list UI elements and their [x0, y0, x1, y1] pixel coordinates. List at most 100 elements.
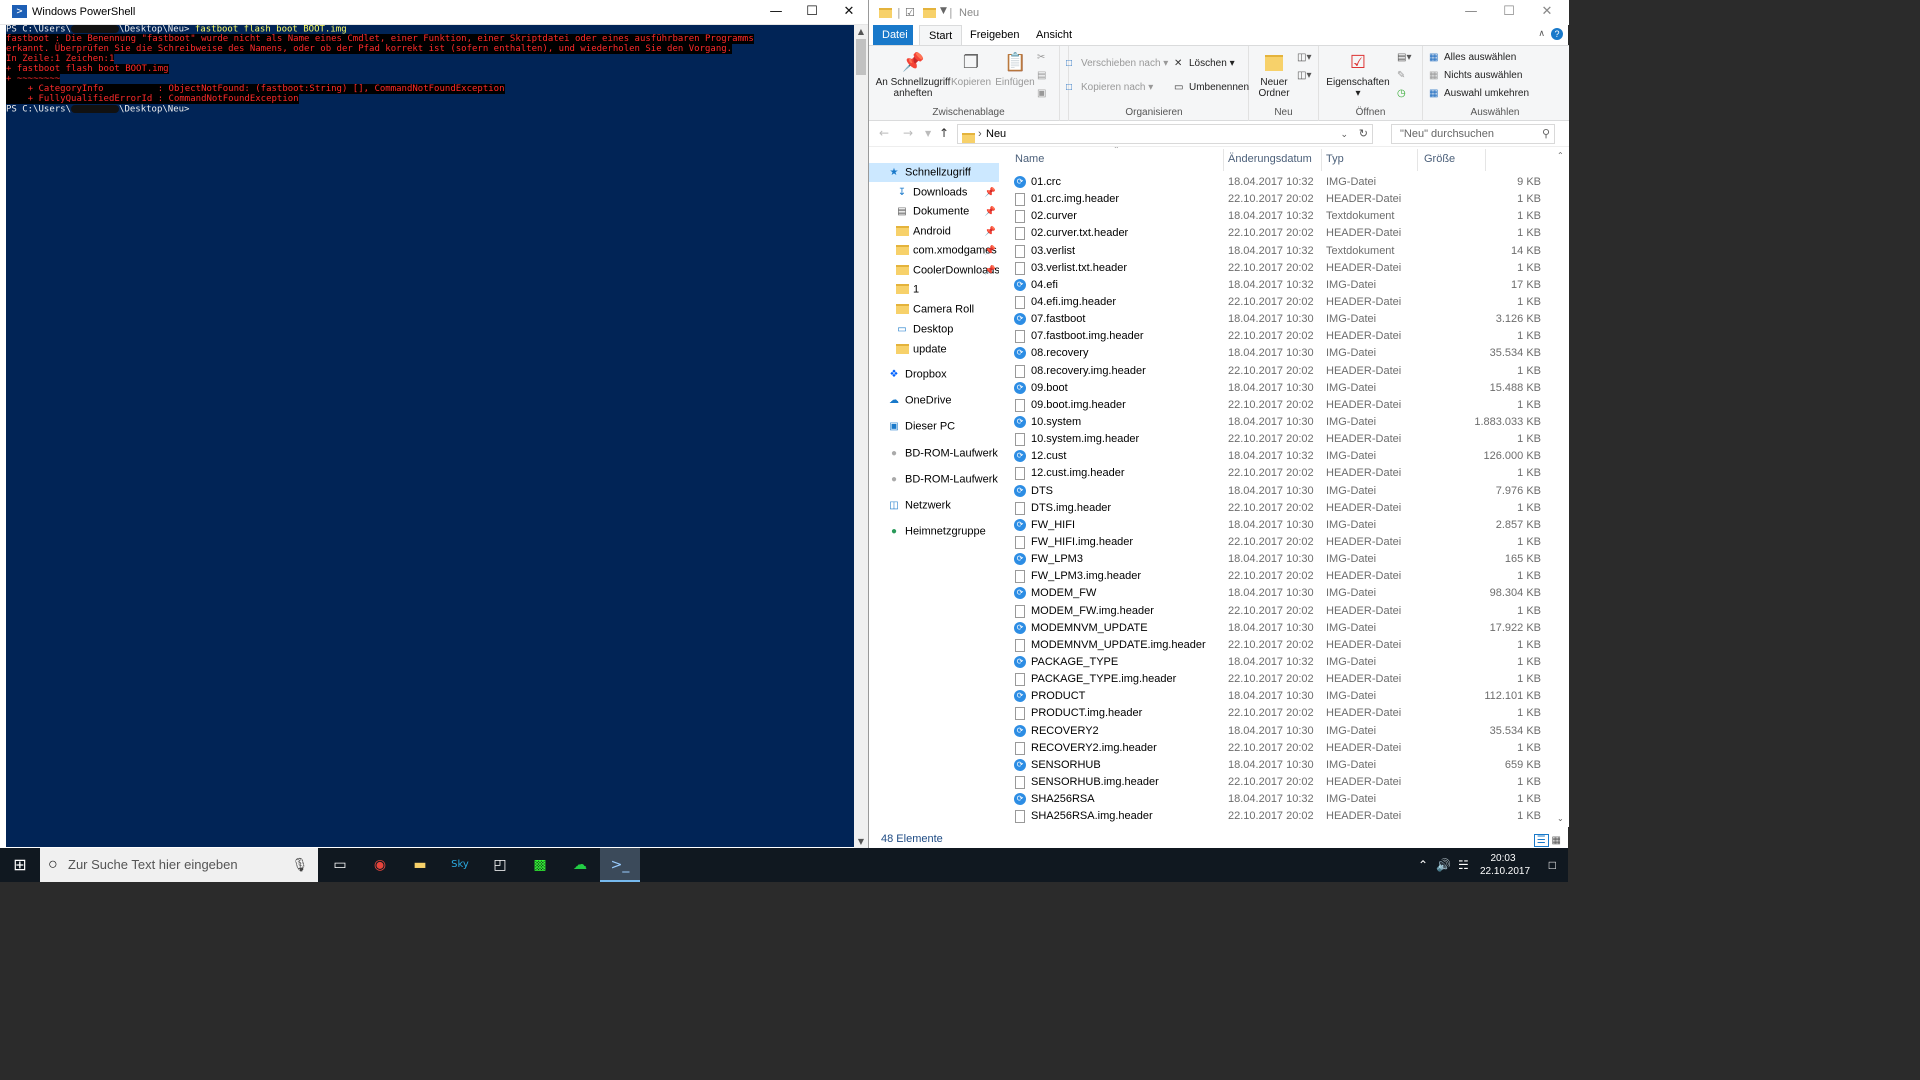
console-scrollbar[interactable]: ▲ ▼	[854, 25, 868, 848]
console-output[interactable]: PS C:\Users\ \Desktop\Neu> fastboot flash…	[6, 25, 854, 847]
cloud-app-icon[interactable]: ☁	[560, 848, 600, 882]
file-row[interactable]: 12.cust.img.header 22.10.2017 20:02 HEADER…	[1009, 465, 1555, 482]
paste-button[interactable]: 📋 Einfügen	[993, 50, 1037, 88]
easy-access-icon[interactable]: ◫▾	[1297, 70, 1311, 81]
file-row[interactable]: PACKAGE_TYPE.img.header 22.10.2017 20:02 H…	[1009, 671, 1555, 688]
file-row[interactable]: ⟳ 12.cust 18.04.2017 10:32 IMG-Datei 126.000…	[1009, 448, 1555, 465]
file-explorer-icon[interactable]: ▬	[400, 848, 440, 882]
file-row[interactable]: SENSORHUB.img.header 22.10.2017 20:02 HEAD…	[1009, 774, 1555, 791]
file-row[interactable]: 09.boot.img.header 22.10.2017 20:02 HEADER…	[1009, 397, 1555, 414]
nav-item[interactable]: Android 📌	[869, 222, 999, 241]
column-name[interactable]: Name	[1015, 153, 1044, 165]
column-size[interactable]: Größe	[1424, 153, 1455, 165]
nav-item[interactable]: ● BD-ROM-Laufwerk (I	[869, 470, 999, 489]
nav-item[interactable]: ↧ Downloads 📌	[869, 183, 999, 202]
large-icons-view-icon[interactable]: ▦	[1552, 835, 1561, 846]
copy-button[interactable]: ❐ Kopieren	[949, 50, 993, 88]
file-row[interactable]: FW_LPM3.img.header 22.10.2017 20:02 HEADER…	[1009, 568, 1555, 585]
file-row[interactable]: 07.fastboot.img.header 22.10.2017 20:02 HE…	[1009, 328, 1555, 345]
copy-path-icon[interactable]: ▤	[1037, 70, 1046, 81]
file-row[interactable]: SHA256RSA.img.header 22.10.2017 20:02 HEAD…	[1009, 808, 1555, 825]
volume-icon[interactable]: 🔊	[1436, 858, 1451, 872]
nav-item[interactable]: update	[869, 340, 999, 359]
pin-icon[interactable]: 📌	[985, 241, 996, 260]
pin-icon[interactable]: 📌	[985, 183, 996, 202]
sky-app-icon[interactable]: Sky	[440, 848, 480, 882]
paste-shortcut-icon[interactable]: ▣	[1037, 88, 1046, 99]
terminal-app-icon[interactable]: ▩	[520, 848, 560, 882]
file-row[interactable]: ⟳ 10.system 18.04.2017 10:30 IMG-Datei 1.883…	[1009, 414, 1555, 431]
nav-item[interactable]: ❖ Dropbox	[869, 365, 999, 384]
pin-to-quick-access-button[interactable]: 📌 An Schnellzugriff anheften	[875, 50, 951, 99]
scrollbar-thumb[interactable]	[856, 39, 866, 75]
nav-item[interactable]: ▤ Dokumente 📌	[869, 202, 999, 221]
new-folder-quick-icon[interactable]	[923, 6, 936, 19]
file-row[interactable]: 04.efi.img.header 22.10.2017 20:02 HEADER-…	[1009, 294, 1555, 311]
nav-item[interactable]: ★ Schnellzugriff	[869, 163, 999, 182]
file-row[interactable]: ⟳ MODEMNVM_UPDATE 18.04.2017 10:30 IMG-Date…	[1009, 620, 1555, 637]
powershell-titlebar[interactable]: > Windows PowerShell — ☐ ✕	[0, 0, 868, 25]
address-bar[interactable]: › Neu ⌄ ↻	[957, 124, 1373, 144]
file-row[interactable]: ⟳ PACKAGE_TYPE 18.04.2017 10:32 IMG-Datei 1 …	[1009, 654, 1555, 671]
forward-arrow-icon[interactable]: →	[903, 126, 913, 140]
select-all-button[interactable]: ▦ Alles auswählen	[1429, 52, 1516, 63]
minimize-button[interactable]: —	[1453, 0, 1489, 24]
scroll-down-arrow-icon[interactable]: ▼	[854, 835, 868, 848]
breadcrumb[interactable]: Neu	[986, 128, 1006, 140]
properties-button[interactable]: ☑ Eigenschaften ▾	[1323, 50, 1393, 99]
column-separator[interactable]	[1417, 149, 1418, 171]
customize-quick-access-icon[interactable]: ▼	[940, 6, 947, 16]
file-row[interactable]: PRODUCT.img.header 22.10.2017 20:02 HEADER…	[1009, 705, 1555, 722]
task-view-icon[interactable]: ▭	[320, 848, 360, 882]
close-button[interactable]: ✕	[831, 0, 867, 24]
file-row[interactable]: 02.curver.txt.header 22.10.2017 20:02 HEAD…	[1009, 225, 1555, 242]
action-center-icon[interactable]: □	[1549, 858, 1556, 872]
pin-icon[interactable]: 📌	[985, 202, 996, 221]
microphone-icon[interactable]: 🎙	[291, 848, 308, 882]
file-row[interactable]: RECOVERY2.img.header 22.10.2017 20:02 HEAD…	[1009, 740, 1555, 757]
maximize-button[interactable]: ☐	[794, 0, 830, 24]
file-row[interactable]: 08.recovery.img.header 22.10.2017 20:02 HE…	[1009, 363, 1555, 380]
file-row[interactable]: DTS.img.header 22.10.2017 20:02 HEADER-Dat…	[1009, 500, 1555, 517]
open-icon[interactable]: ▤▾	[1397, 52, 1411, 63]
invert-selection-button[interactable]: ▦ Auswahl umkehren	[1429, 88, 1529, 99]
explorer-titlebar[interactable]: | ☑ ▼ | Neu — ☐ ✕	[869, 0, 1569, 25]
nav-item[interactable]: ◫ Netzwerk	[869, 496, 999, 515]
details-view-icon[interactable]: ☰	[1533, 834, 1549, 847]
move-to-button[interactable]: □ Verschieben nach ▾	[1066, 58, 1168, 69]
file-row[interactable]: 03.verlist 18.04.2017 10:32 Textdokument 14…	[1009, 243, 1555, 260]
file-row[interactable]: ⟳ DTS 18.04.2017 10:30 IMG-Datei 7.976 KB	[1009, 483, 1555, 500]
file-row[interactable]: ⟳ FW_HIFI 18.04.2017 10:30 IMG-Datei 2.857 K…	[1009, 517, 1555, 534]
tab-share[interactable]: Freigeben	[961, 25, 1029, 45]
column-date[interactable]: Änderungsdatum	[1228, 153, 1312, 165]
nav-item[interactable]: CoolerDownloads 📌	[869, 261, 999, 280]
delete-button[interactable]: ✕ Löschen ▾	[1174, 58, 1235, 69]
column-separator[interactable]	[1485, 149, 1486, 171]
network-icon[interactable]: ☵	[1458, 858, 1469, 872]
refresh-icon[interactable]: ↻	[1359, 125, 1368, 143]
column-type[interactable]: Typ	[1326, 153, 1344, 165]
properties-quick-icon[interactable]: ☑	[905, 6, 915, 19]
scroll-up-arrow-icon[interactable]: ▲	[854, 25, 868, 38]
new-folder-button[interactable]: Neuer Ordner	[1251, 50, 1297, 99]
column-separator[interactable]	[1223, 149, 1224, 171]
tab-start[interactable]: Start	[919, 25, 963, 45]
up-arrow-icon[interactable]: ↑	[939, 126, 949, 140]
nav-item[interactable]: ▭ Desktop	[869, 320, 999, 339]
chrome-icon[interactable]: ◉	[360, 848, 400, 882]
tab-file[interactable]: Datei	[873, 25, 913, 45]
file-row[interactable]: ⟳ RECOVERY2 18.04.2017 10:30 IMG-Datei 35.53…	[1009, 723, 1555, 740]
nav-item[interactable]: com.xmodgames 📌	[869, 241, 999, 260]
tab-view[interactable]: Ansicht	[1027, 25, 1081, 45]
nav-item[interactable]: ● BD-ROM-Laufwerk (H	[869, 444, 999, 463]
file-row[interactable]: FW_HIFI.img.header 22.10.2017 20:02 HEADER…	[1009, 534, 1555, 551]
back-arrow-icon[interactable]: ←	[879, 126, 889, 140]
scroll-up-arrow-icon[interactable]: ⌃	[1557, 151, 1564, 160]
store-icon[interactable]: ◰	[480, 848, 520, 882]
pin-icon[interactable]: 📌	[985, 222, 996, 241]
rename-button[interactable]: ▭ Umbenennen	[1174, 82, 1249, 93]
nav-item[interactable]: ☁ OneDrive	[869, 391, 999, 410]
copy-to-button[interactable]: □ Kopieren nach ▾	[1066, 82, 1153, 93]
file-row[interactable]: ⟳ 01.crc 18.04.2017 10:32 IMG-Datei 9 KB	[1009, 174, 1555, 191]
edit-icon[interactable]: ✎	[1397, 70, 1405, 81]
